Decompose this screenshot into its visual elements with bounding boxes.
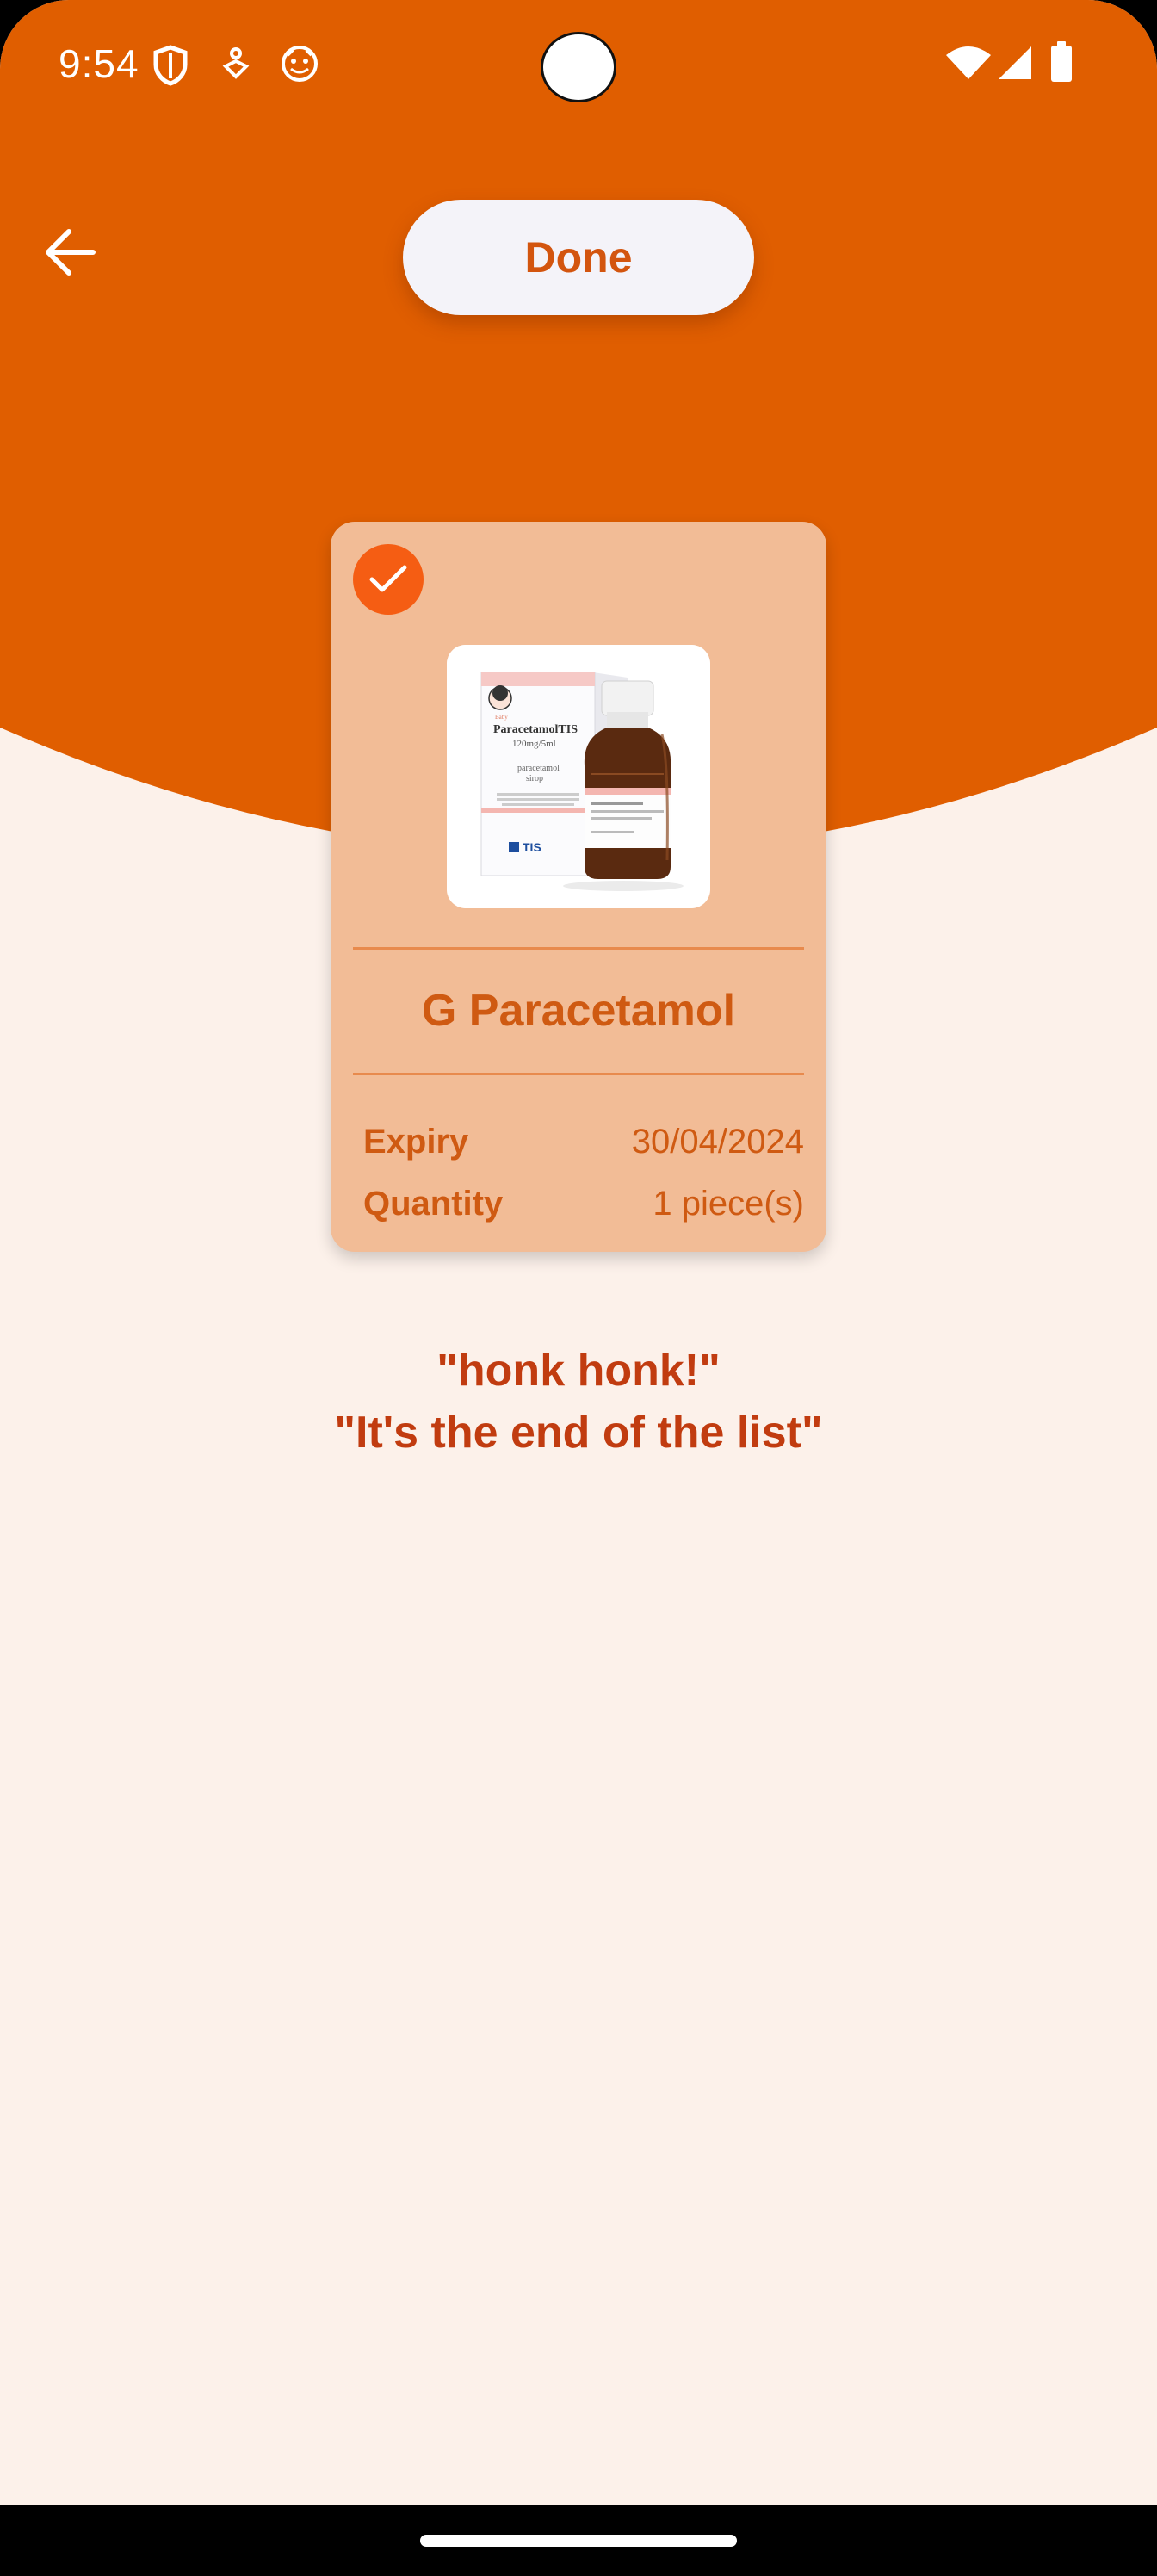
status-time: 9:54 [59, 41, 139, 86]
box-dose: 120mg/5ml [512, 739, 556, 749]
quantity-label: Quantity [363, 1184, 504, 1223]
quantity-row: Quantity 1 piece(s) [363, 1178, 804, 1229]
box-generic: paracetamol [517, 764, 560, 773]
back-button[interactable] [34, 217, 105, 288]
expiry-value: 30/04/2024 [631, 1122, 804, 1161]
box-form: sirop [526, 774, 543, 783]
box-brand: ParacetamolTIS [493, 723, 578, 736]
paracetamol-syrup-illustration: Baby ParacetamolTIS 120mg/5ml paracetamo… [447, 645, 710, 908]
quantity-value: 1 piece(s) [653, 1184, 804, 1223]
signal-icon [999, 46, 1031, 79]
app-screen: 9:54 Done Baby ParacetamolTIS 120mg/5ml … [0, 0, 1157, 2576]
card-divider-bottom [353, 1073, 804, 1075]
done-button[interactable]: Done [403, 200, 754, 315]
box-maker: TIS [523, 840, 541, 854]
face-icon [282, 46, 318, 82]
product-image: Baby ParacetamolTIS 120mg/5ml paracetamo… [447, 645, 710, 908]
shield-icon [153, 45, 188, 86]
end-message-line-2: "It's the end of the list" [334, 1408, 823, 1458]
end-message-line-1: "honk honk!" [436, 1346, 721, 1396]
checkmark-icon [369, 565, 407, 592]
medicine-name: G Paracetamol [421, 986, 736, 1036]
home-indicator[interactable] [420, 2535, 737, 2547]
selected-check-badge[interactable] [353, 544, 424, 615]
card-divider-top [353, 947, 804, 950]
arrow-left-icon [46, 229, 96, 276]
expiry-row: Expiry 30/04/2024 [363, 1116, 804, 1167]
battery-icon [1051, 41, 1072, 82]
medicine-card[interactable]: Baby ParacetamolTIS 120mg/5ml paracetamo… [331, 522, 826, 1252]
end-of-list-message: "honk honk!" "It's the end of the list" [0, 1340, 1157, 1464]
camera-cutout [541, 32, 616, 102]
expiry-label: Expiry [363, 1122, 469, 1161]
accessibility-icon [222, 47, 250, 79]
wifi-icon [946, 46, 991, 79]
svg-text:Baby: Baby [495, 714, 508, 721]
